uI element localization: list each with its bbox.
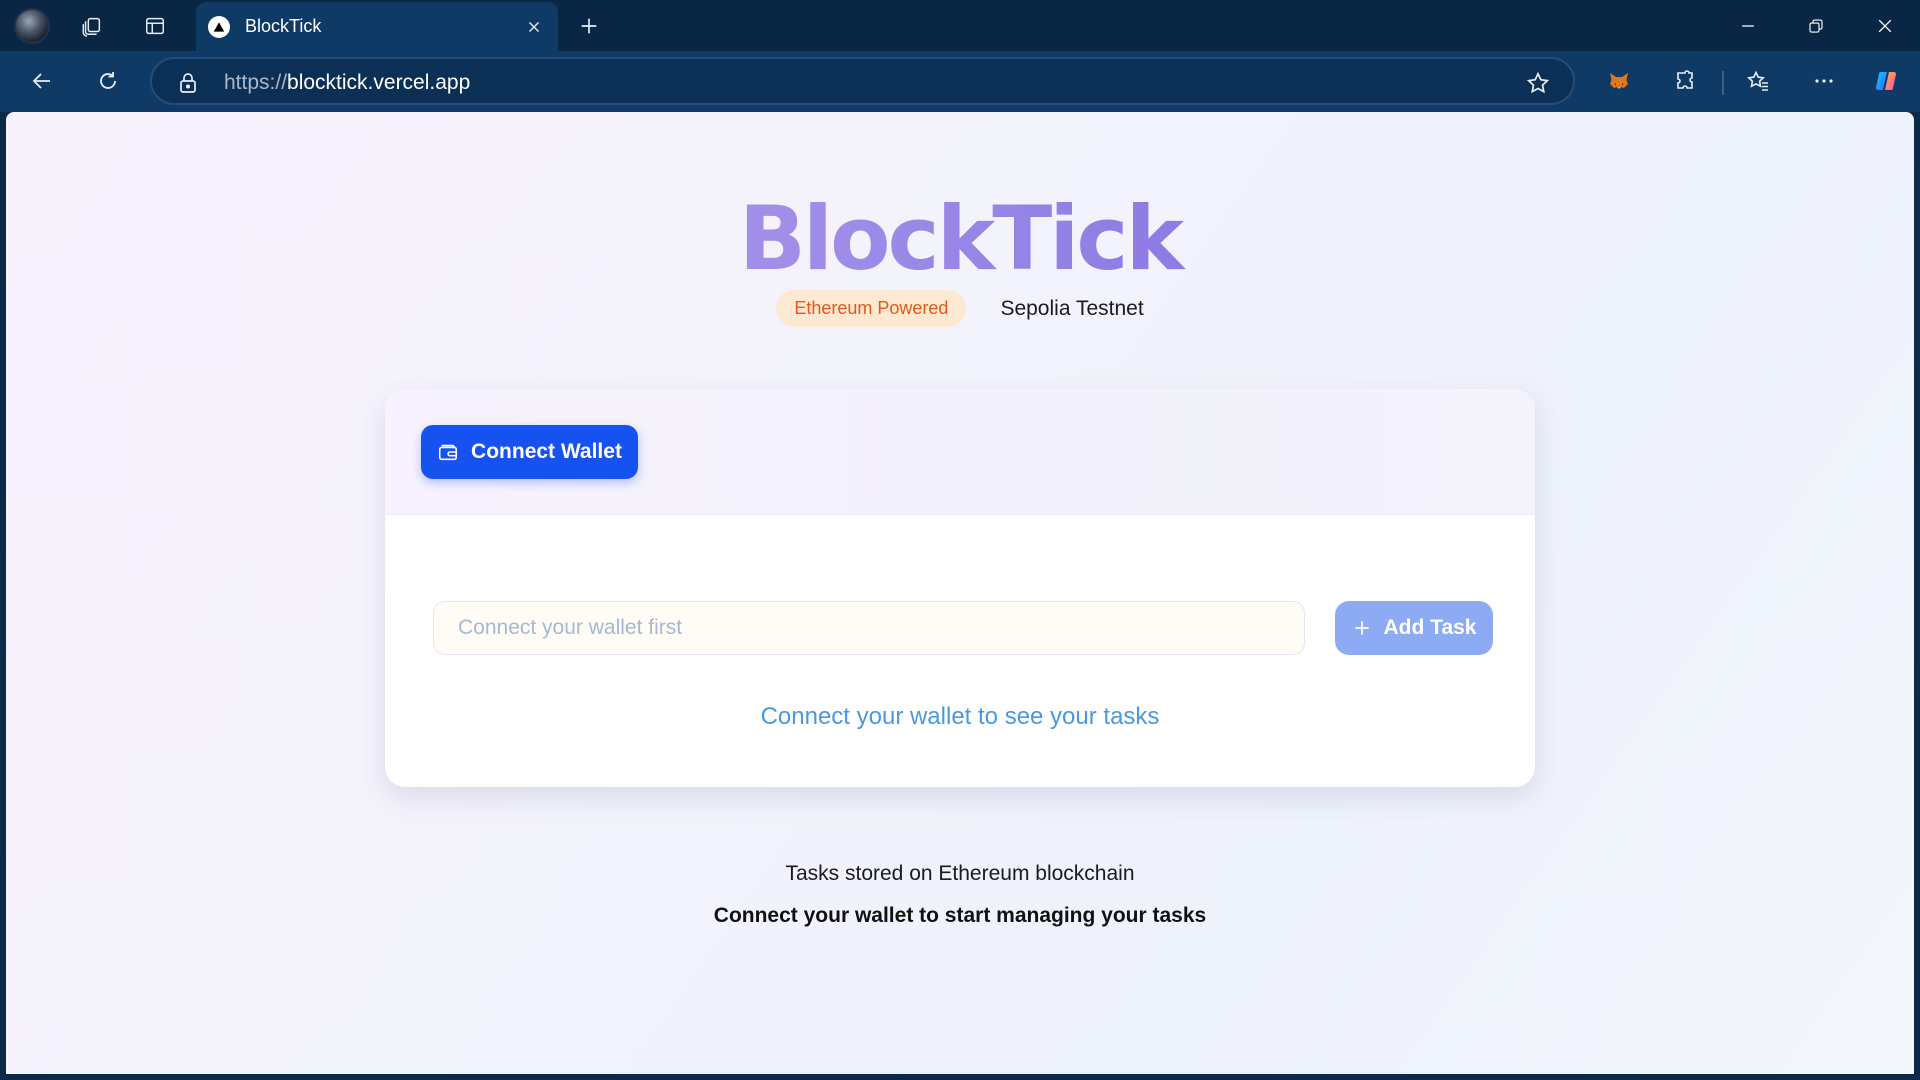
workspaces-icon[interactable] [72,6,112,46]
empty-tasks-message: Connect your wallet to see your tasks [760,703,1160,730]
plus-icon [1354,621,1369,635]
network-label: Sepolia Testnet [1000,296,1144,320]
copilot-icon[interactable] [1866,61,1906,101]
arrow-left-icon[interactable] [22,61,62,101]
tab-actions-icon[interactable] [135,6,175,46]
new-tab-plus-icon[interactable] [569,6,609,46]
restore-icon[interactable] [1794,4,1838,48]
lock-icon[interactable] [176,71,200,95]
ellipsis-icon[interactable] [1804,61,1844,101]
url-host: blocktick.vercel.app [287,71,471,94]
vercel-favicon-icon [208,16,230,38]
refresh-icon[interactable] [88,61,128,101]
task-input[interactable] [433,601,1305,655]
star-icon[interactable] [1525,70,1551,96]
connect-wallet-label: Connect Wallet [471,440,622,463]
address-url[interactable]: https://blocktick.vercel.app [224,71,470,95]
fox-icon[interactable] [1599,61,1639,101]
url-protocol: https:// [224,71,288,94]
browser-tab-bar: BlockTick [0,0,1920,51]
address-bar[interactable]: https://blocktick.vercel.app [150,57,1575,105]
close-window-icon[interactable] [1863,4,1907,48]
page-viewport: BlockTick Ethereum Powered Sepolia Testn… [6,112,1914,1074]
network-badges: Ethereum Powered Sepolia Testnet [6,290,1914,327]
add-task-label: Add Task [1383,616,1477,639]
close-tab-icon[interactable] [522,15,546,39]
add-task-button[interactable]: Add Task [1335,601,1493,655]
active-tab[interactable]: BlockTick [196,2,558,51]
minimize-icon[interactable] [1726,4,1770,48]
footer-connect-note: Connect your wallet to start managing yo… [713,904,1207,927]
browser-nav-bar: https://blocktick.vercel.app [0,51,1920,112]
task-card: Connect Wallet Add Task Connect your wal… [385,389,1535,787]
connect-wallet-button[interactable]: Connect Wallet [421,425,638,479]
ethereum-powered-badge: Ethereum Powered [776,290,967,327]
profile-avatar-icon[interactable] [14,8,50,44]
tab-title: BlockTick [245,16,322,36]
wallet-icon [439,444,458,461]
card-header: Connect Wallet [385,389,1535,515]
favorites-icon[interactable] [1738,61,1778,101]
toolbar-divider [1722,71,1724,95]
footer-storage-note: Tasks stored on Ethereum blockchain [785,862,1135,885]
puzzle-icon[interactable] [1665,61,1705,101]
app-logo: BlockTick [6,184,1914,294]
